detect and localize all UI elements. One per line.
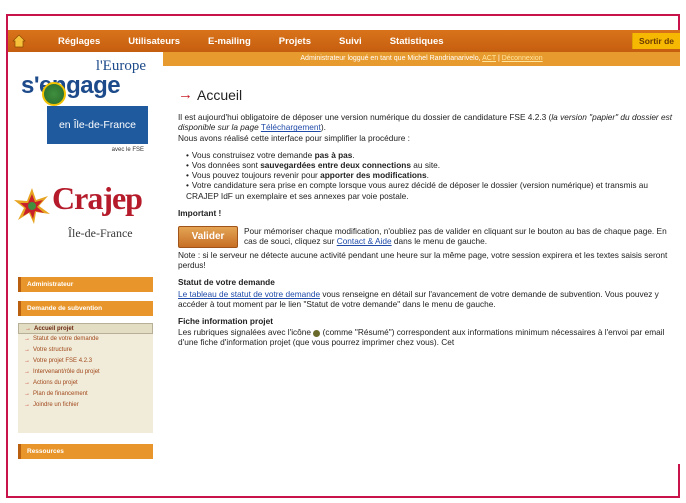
list-item: Vous construisez votre demande pas à pas…: [186, 150, 680, 160]
arrow-right-icon: →: [24, 336, 30, 342]
sidebar-item-projet[interactable]: → Votre projet FSE 4.2.3: [18, 356, 153, 367]
fiche-heading: Fiche information projet: [178, 316, 273, 327]
app-screenshot: Réglages Utilisateurs E-mailing Projets …: [8, 30, 680, 464]
list-item: Vos données sont sauvegardées entre deux…: [186, 160, 680, 170]
arrow-right-icon: →: [24, 347, 30, 353]
logo-region-box: en Île-de-France: [47, 106, 148, 144]
fiche-paragraph: Les rubriques signalées avec l'icône (co…: [178, 327, 665, 348]
sidebar-item-intervenants[interactable]: → Intervenant/rôle du projet: [18, 367, 153, 378]
valider-instructions: Pour mémoriser chaque modification, n'ou…: [244, 226, 667, 247]
arrow-right-icon: →: [25, 326, 31, 332]
arrow-right-icon: →: [24, 391, 30, 397]
home-icon[interactable]: [8, 30, 30, 52]
list-item: Vous pouvez toujours revenir pour apport…: [186, 170, 680, 180]
statut-heading: Statut de votre demande: [178, 277, 275, 288]
logout-button[interactable]: Sortir de: [632, 33, 680, 49]
admin-act-link[interactable]: ACT: [482, 55, 496, 62]
arrow-right-icon: →: [24, 358, 30, 364]
statut-tableau-link[interactable]: Le tableau de statut de votre demande: [178, 289, 320, 299]
telechargement-link[interactable]: Téléchargement: [261, 122, 321, 132]
sidebar: l'Europe s'engage en Île-de-France avec …: [8, 52, 163, 464]
nav-emailing[interactable]: E-mailing: [208, 36, 251, 47]
main-content: → Accueil Il est aujourd'hui obligatoire…: [178, 86, 680, 355]
crajep-region: Île-de-France: [68, 226, 133, 240]
arrow-right-icon: →: [178, 86, 193, 103]
feature-list: Vous construisez votre demande pas à pas…: [178, 150, 680, 201]
deconnexion-link[interactable]: Déconnexion: [502, 55, 543, 62]
nav-projets[interactable]: Projets: [279, 36, 311, 47]
sidebar-head-administrateur[interactable]: Administrateur: [18, 277, 153, 292]
sidebar-item-statut[interactable]: → Statut de votre demande: [18, 334, 153, 345]
sidebar-item-fichier[interactable]: → Joindre un fichier: [18, 400, 153, 411]
sidebar-menu: → Accueil projet → Statut de votre demande…: [18, 323, 153, 433]
contact-aide-link[interactable]: Contact & Aide: [337, 236, 392, 246]
crajep-wordmark: Crajep: [52, 180, 143, 216]
arrow-right-icon: →: [24, 369, 30, 375]
valider-button[interactable]: Valider: [178, 226, 238, 249]
nav-utilisateurs[interactable]: Utilisateurs: [128, 36, 180, 47]
sidebar-item-actions[interactable]: → Actions du projet: [18, 378, 153, 389]
crajep-logo: Crajep Île-de-France: [8, 174, 158, 259]
nav-reglages[interactable]: Réglages: [58, 36, 100, 47]
sidebar-item-structure[interactable]: → Votre structure: [18, 345, 153, 356]
important-heading: Important !: [178, 207, 222, 218]
europe-sengage-logo: l'Europe s'engage en Île-de-France avec …: [15, 58, 148, 160]
session-note: Note : si le serveur ne détecte aucune a…: [178, 250, 668, 271]
admin-status-bar: Administrateur loggué en tant que Michel…: [163, 52, 680, 66]
logo-engage-text: s'engage: [21, 72, 121, 99]
statut-paragraph: Le tableau de statut de votre demande vo…: [178, 288, 659, 309]
intro-paragraph: Il est aujourd'hui obligatoire de dépose…: [178, 112, 673, 143]
arrow-right-icon: →: [24, 380, 30, 386]
crajep-burst-icon: [14, 188, 50, 224]
valider-row: Valider Pour mémoriser chaque modificati…: [178, 226, 680, 249]
page-title: → Accueil: [178, 86, 243, 103]
logo-fse-text: avec le FSE: [111, 147, 144, 153]
nav-statistiques[interactable]: Statistiques: [390, 36, 444, 47]
sidebar-head-demande[interactable]: Demande de subvention: [18, 301, 153, 316]
fiche-info-icon: [313, 329, 321, 337]
star-ring-icon: [42, 82, 66, 106]
top-navigation: Réglages Utilisateurs E-mailing Projets …: [8, 30, 680, 52]
sidebar-item-financement[interactable]: → Plan de financement: [18, 389, 153, 400]
admin-status-text: Administrateur loggué en tant que Michel…: [300, 55, 481, 62]
list-item: Votre candidature sera prise en compte l…: [186, 180, 680, 200]
sidebar-item-accueil[interactable]: → Accueil projet: [18, 323, 153, 334]
nav-suivi[interactable]: Suivi: [339, 36, 362, 47]
arrow-right-icon: →: [24, 402, 30, 408]
sidebar-head-ressources[interactable]: Ressources: [18, 444, 153, 459]
